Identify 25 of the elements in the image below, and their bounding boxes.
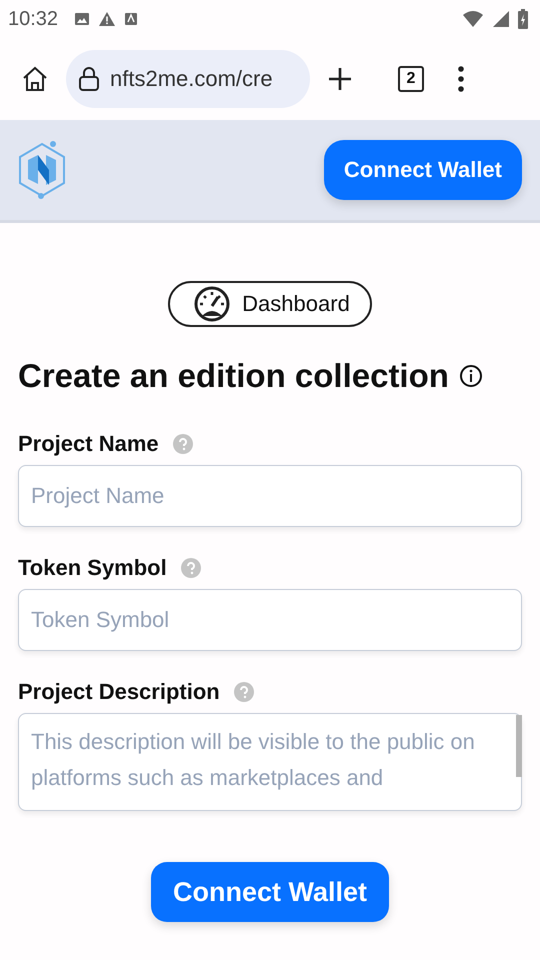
field-label: Project Name [18, 431, 159, 457]
battery-icon [518, 9, 528, 29]
text-field[interactable]: Token Symbol [18, 589, 522, 651]
logo-icon[interactable] [16, 140, 68, 200]
page-title: Create an edition collection [18, 357, 449, 395]
lock-icon [78, 66, 100, 92]
description-field[interactable]: This description will be visible to the public on platforms such as marketplaces and [18, 713, 522, 811]
tab-count[interactable]: 2 [398, 66, 424, 92]
warning-icon [98, 11, 116, 27]
wifi-icon [462, 10, 484, 28]
status-time: 10:32 [8, 8, 58, 30]
image-icon [74, 11, 90, 27]
scrollbar[interactable] [516, 715, 522, 777]
dashboard-button[interactable]: Dashboard [168, 281, 372, 327]
info-icon[interactable] [458, 364, 483, 388]
field-label: Project Description [18, 679, 220, 705]
connect-wallet-button[interactable]: Connect Wallet [150, 862, 389, 922]
plus-icon[interactable] [326, 65, 354, 93]
signal-icon [492, 10, 510, 28]
field-label: Token Symbol [18, 555, 167, 581]
connect-wallet-button[interactable]: Connect Wallet [324, 140, 522, 200]
text-field[interactable]: Project Name [18, 465, 522, 527]
address-bar[interactable]: nfts2me.com/cre [66, 50, 310, 108]
menu-icon[interactable] [456, 65, 466, 93]
speedometer-icon [192, 286, 232, 322]
